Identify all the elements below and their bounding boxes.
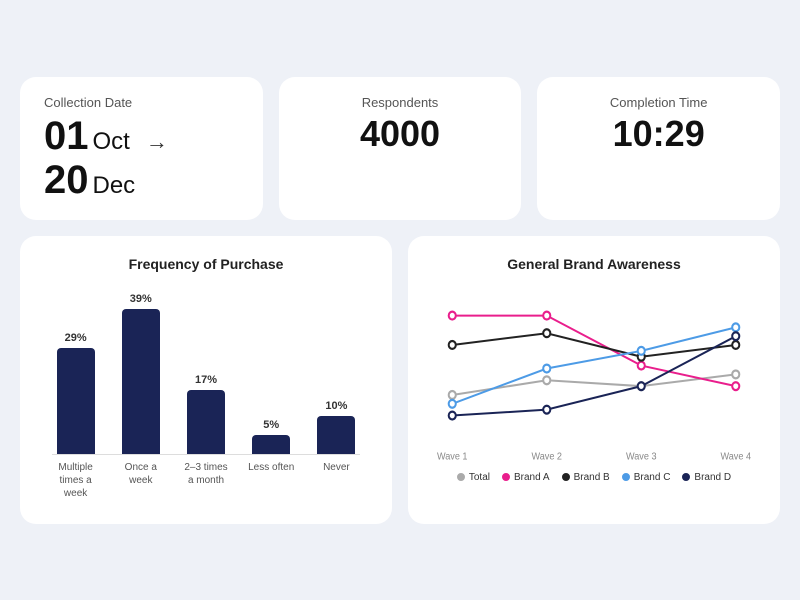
bar-label: Less often (248, 461, 295, 500)
bar-pct: 17% (195, 374, 217, 386)
line-chart-svg: Wave 1 Wave 2 Wave 3 Wave 4 (432, 284, 756, 464)
bar (187, 390, 225, 454)
date-arrow: → (146, 129, 168, 154)
collection-date-label: Collection Date (44, 95, 239, 110)
bar-chart-container: 29% 39% 17% 5% 10% Multiple times a week Once… (44, 284, 368, 504)
legend-item: Brand D (682, 472, 731, 483)
legend-dot (562, 473, 570, 481)
bar-label: 2–3 times a month (182, 461, 229, 500)
legend-item: Brand C (622, 472, 671, 483)
line-chart-title: General Brand Awareness (432, 256, 756, 272)
bar-group: 10% (313, 284, 360, 454)
bar-group: 39% (117, 284, 164, 454)
completion-time-value: 10:29 (613, 114, 705, 154)
respondents-value: 4000 (360, 114, 440, 154)
legend: Total Brand A Brand B Brand C Brand D (432, 472, 756, 483)
legend-dot (682, 473, 690, 481)
legend-label: Brand B (574, 472, 610, 483)
legend-label: Brand D (694, 472, 731, 483)
legend-dot (457, 473, 465, 481)
completion-time-label: Completion Time (610, 95, 708, 110)
svg-text:Wave 1: Wave 1 (437, 451, 468, 463)
bar-pct: 5% (263, 419, 279, 431)
collection-date-card: Collection Date 01Oct → 20Dec (20, 77, 263, 220)
bar-label: Once a week (117, 461, 164, 500)
bar-group: 17% (182, 284, 229, 454)
legend-label: Brand A (514, 472, 550, 483)
date-end-day: 20 (44, 158, 89, 202)
date-end-month: Dec (93, 172, 136, 199)
completion-time-card: Completion Time 10:29 (537, 77, 780, 220)
bar-chart-title: Frequency of Purchase (44, 256, 368, 272)
bar-pct: 29% (65, 332, 87, 344)
bar-pct: 39% (130, 293, 152, 305)
legend-label: Brand C (634, 472, 671, 483)
svg-text:Wave 4: Wave 4 (720, 451, 751, 463)
bar-group: 29% (52, 284, 99, 454)
bar-chart-card: Frequency of Purchase 29% 39% 17% 5% 10% Mul… (20, 236, 392, 524)
respondents-label: Respondents (362, 95, 439, 110)
bar-pct: 10% (325, 400, 347, 412)
bar-group: 5% (248, 284, 295, 454)
bottom-charts: Frequency of Purchase 29% 39% 17% 5% 10% Mul… (20, 236, 780, 524)
bar-label: Multiple times a week (52, 461, 99, 500)
svg-text:Wave 3: Wave 3 (626, 451, 657, 463)
respondents-card: Respondents 4000 (279, 77, 522, 220)
bar-label: Never (313, 461, 360, 500)
bar (122, 309, 160, 454)
legend-dot (502, 473, 510, 481)
legend-label: Total (469, 472, 490, 483)
bar (317, 416, 355, 454)
date-start-month: Oct (93, 128, 130, 155)
line-chart-card: General Brand Awareness Wave 1Wave 2Wave… (408, 236, 780, 524)
legend-item: Total (457, 472, 490, 483)
svg-text:Wave 2: Wave 2 (531, 451, 562, 463)
bar-labels: Multiple times a week Once a week 2–3 time… (44, 455, 368, 500)
line-chart-area: Wave 1 Wave 2 Wave 3 Wave 4 (432, 284, 756, 464)
legend-item: Brand B (562, 472, 610, 483)
bar (57, 348, 95, 454)
legend-item: Brand A (502, 472, 550, 483)
top-cards: Collection Date 01Oct → 20Dec Respondent… (20, 77, 780, 220)
legend-dot (622, 473, 630, 481)
bar (252, 435, 290, 454)
dashboard: Collection Date 01Oct → 20Dec Respondent… (20, 77, 780, 524)
date-start-day: 01 (44, 114, 89, 158)
bar-area: 29% 39% 17% 5% 10% (44, 284, 368, 454)
collection-date-value: 01Oct → 20Dec (44, 114, 239, 202)
